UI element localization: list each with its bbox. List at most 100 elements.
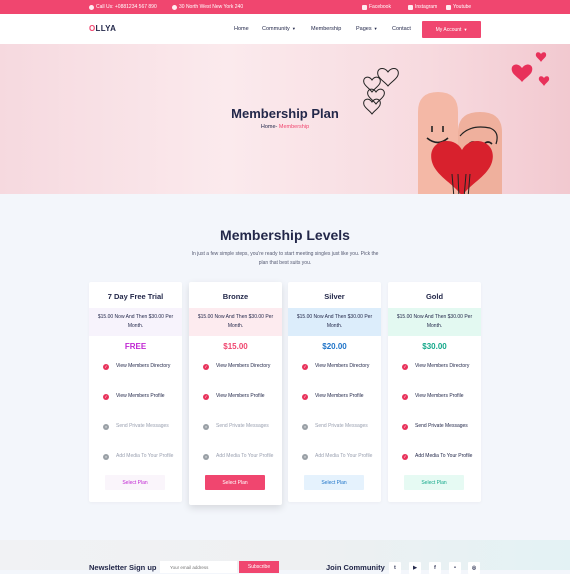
feature-label: Add Media To Your Profile — [116, 453, 174, 459]
plan-name: 7 Day Free Trial — [107, 292, 164, 301]
feature-item: × Add Media To Your Profile — [302, 452, 377, 461]
feature-item: ✓ View Members Profile — [203, 392, 278, 401]
plan-card: 7 Day Free Trial $15.00 Now And Then $30.… — [89, 282, 182, 502]
plan-amount: $15.00 — [223, 342, 248, 351]
feature-label: View Members Directory — [116, 363, 171, 369]
address-info: 30 North West New York 240 — [172, 4, 243, 10]
youtube-label: Youtube — [453, 4, 472, 10]
doodle-heart-icon — [367, 88, 385, 105]
feature-label: Send Private Messages — [415, 423, 468, 429]
my-account-button[interactable]: My Account ▼ — [422, 21, 481, 38]
feature-label: View Members Profile — [216, 393, 265, 399]
logo-text: LLYA — [95, 24, 117, 33]
check-icon: ✓ — [402, 363, 408, 370]
feature-item: ✓ Add Media To Your Profile — [402, 452, 477, 461]
cross-icon: × — [203, 423, 209, 430]
plan-card: Gold $15.00 Now And Then $30.00 Per Month… — [388, 282, 481, 502]
nav-community[interactable]: Community ▼ — [262, 26, 296, 32]
select-plan-button[interactable]: Select Plan — [404, 475, 464, 490]
heart-icon — [538, 76, 550, 86]
plan-card: Bronze $15.00 Now And Then $30.00 Per Mon… — [189, 282, 282, 505]
doodle-heart-icon — [377, 67, 399, 87]
main-header: OLLYA Home Community ▼ Membership Pages ▼ … — [0, 14, 570, 44]
feature-label: View Members Profile — [315, 393, 364, 399]
select-plan-button[interactable]: Select Plan — [105, 475, 165, 490]
feature-label: Add Media To Your Profile — [315, 453, 373, 459]
check-icon: ✓ — [103, 393, 109, 400]
twitter-icon[interactable]: t — [389, 562, 401, 574]
youtube-link[interactable]: Youtube — [446, 4, 471, 10]
feature-label: View Members Profile — [415, 393, 464, 399]
chevron-down-icon: ▼ — [291, 26, 296, 31]
breadcrumb-current: Membership — [277, 124, 310, 130]
cross-icon: × — [203, 453, 209, 460]
site-logo[interactable]: OLLYA — [89, 24, 116, 33]
feature-label: Send Private Messages — [216, 423, 269, 429]
facebook-link[interactable]: Facebook — [362, 4, 391, 10]
breadcrumb-home[interactable]: Home- — [261, 124, 278, 130]
check-icon: ✓ — [302, 363, 308, 370]
cross-icon: × — [302, 453, 308, 460]
plan-price-description: $15.00 Now And Then $30.00 Per Month. — [189, 308, 282, 336]
address-text: 30 North West New York 240 — [179, 4, 244, 10]
my-account-label: My Account — [435, 26, 462, 33]
plan-name: Gold — [425, 292, 444, 301]
phone-info[interactable]: Call Us: +0881234 567 890 — [89, 4, 157, 10]
select-plan-button[interactable]: Select Plan — [205, 475, 265, 490]
newsletter-title: Newsletter Sign up — [89, 563, 157, 572]
feature-item: ✓ View Members Profile — [103, 392, 178, 401]
nav-home[interactable]: Home — [234, 26, 249, 32]
feature-item: ✓ View Members Profile — [402, 392, 477, 401]
feature-label: Add Media To Your Profile — [415, 453, 473, 459]
feature-item: × Add Media To Your Profile — [103, 452, 178, 461]
nav-pages-label: Pages — [356, 26, 372, 32]
check-icon: ✓ — [203, 363, 209, 370]
plan-price-description: $15.00 Now And Then $30.00 Per Month. — [89, 308, 182, 336]
community-title: Join Community — [326, 563, 385, 572]
top-bar: Call Us: +0881234 567 890 30 North West … — [0, 0, 570, 14]
nav-pages[interactable]: Pages ▼ — [356, 26, 378, 32]
instagram-link[interactable]: Instagram — [408, 4, 437, 10]
plan-amount: $30.00 — [422, 342, 447, 351]
check-icon: ✓ — [103, 363, 109, 370]
cross-icon: × — [103, 423, 109, 430]
feature-item: ✓ Send Private Messages — [402, 422, 477, 431]
feature-item: × Send Private Messages — [302, 422, 377, 431]
check-icon: ✓ — [402, 393, 408, 400]
youtube-icon — [446, 4, 451, 10]
section-description: In just a few simple steps, you're ready… — [191, 251, 379, 266]
feature-label: View Members Directory — [216, 363, 271, 369]
youtube-icon[interactable]: ▶ — [409, 562, 421, 574]
feature-label: Send Private Messages — [116, 423, 169, 429]
chevron-down-icon: ▼ — [463, 27, 468, 32]
nav-membership[interactable]: Membership — [311, 26, 341, 32]
nav-community-label: Community — [262, 26, 290, 32]
flickr-icon[interactable]: • — [449, 562, 461, 574]
facebook-icon[interactable]: f — [429, 562, 441, 574]
feature-item: × Send Private Messages — [103, 422, 178, 431]
phone-text: Call Us: +0881234 567 890 — [96, 4, 157, 10]
plan-card: Silver $15.00 Now And Then $30.00 Per Mon… — [288, 282, 381, 502]
breadcrumb: Home- Membership — [0, 124, 570, 130]
select-plan-button[interactable]: Select Plan — [304, 475, 364, 490]
plan-name: Silver — [324, 292, 345, 301]
feature-item: ✓ View Members Directory — [203, 362, 278, 371]
feature-label: View Members Profile — [116, 393, 165, 399]
location-icon — [172, 4, 177, 10]
nav-contact[interactable]: Contact — [392, 26, 411, 32]
feature-item: × Add Media To Your Profile — [203, 452, 278, 461]
instagram-icon[interactable]: ◎ — [468, 562, 480, 574]
feature-item: ✓ View Members Directory — [302, 362, 377, 371]
facebook-label: Facebook — [369, 4, 391, 10]
newsletter-strip: Newsletter Sign up Subscribe Join Commun… — [0, 540, 570, 574]
feature-item: ✓ View Members Directory — [402, 362, 477, 371]
plan-amount: $20.00 — [322, 342, 347, 351]
heart-icon — [535, 52, 547, 62]
instagram-icon — [408, 4, 413, 10]
check-icon: ✓ — [302, 393, 308, 400]
cross-icon: × — [103, 453, 109, 460]
plan-price-description: $15.00 Now And Then $30.00 Per Month. — [388, 308, 481, 336]
subscribe-button[interactable]: Subscribe — [239, 561, 279, 573]
email-input[interactable] — [160, 561, 237, 573]
feature-label: View Members Directory — [415, 363, 470, 369]
